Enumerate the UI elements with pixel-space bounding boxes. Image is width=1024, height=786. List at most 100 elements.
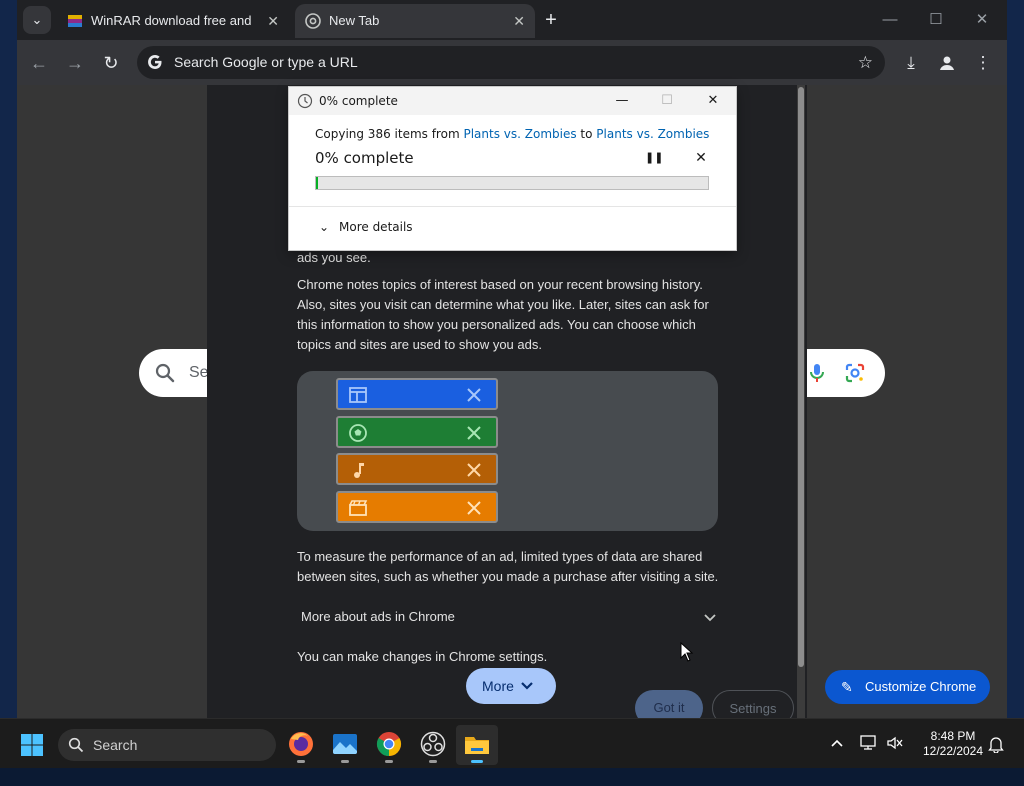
close-icon[interactable]: ✕	[513, 4, 525, 38]
profile-button[interactable]	[933, 49, 961, 77]
customize-chrome-button[interactable]: ✎ Customize Chrome	[825, 670, 990, 704]
ntp-search-placeholder: Se	[189, 364, 209, 381]
mouse-cursor-icon	[680, 642, 694, 662]
close-button[interactable]: ✕	[698, 87, 728, 115]
dialog-scrollbar[interactable]	[797, 85, 805, 718]
reload-button[interactable]: ↻	[97, 49, 125, 77]
taskbar-search-label: Search	[93, 737, 138, 753]
running-indicator	[297, 760, 305, 763]
windows-start-icon[interactable]	[20, 733, 44, 757]
forward-button[interactable]: →	[61, 49, 89, 77]
taskbar-obs[interactable]	[418, 729, 448, 763]
expander-label: More about ads in Chrome	[301, 609, 455, 624]
reload-icon: ↻	[103, 53, 119, 73]
customize-chrome-label: Customize Chrome	[865, 679, 977, 694]
more-button[interactable]: More	[466, 668, 556, 704]
chrome-icon	[376, 732, 402, 756]
settings-note: You can make changes in Chrome settings.	[297, 649, 548, 664]
partial-text: ads you see.	[297, 250, 371, 265]
topic-chip-sports	[336, 416, 498, 448]
arrow-right-icon: →	[66, 53, 84, 73]
chrome-menu-button[interactable]: ⋮	[969, 49, 997, 77]
topic-chip-movies	[336, 491, 498, 523]
maximize-button: ☐	[661, 93, 673, 108]
obs-icon	[420, 731, 446, 757]
network-status[interactable]	[860, 735, 878, 785]
music-note-icon	[354, 463, 364, 478]
copy-dialog-titlebar[interactable]: 0% complete — ☐ ✕	[289, 87, 736, 115]
minimize-button[interactable]: —	[867, 6, 913, 34]
clock-time: 8:48 PM	[930, 729, 976, 743]
more-details-toggle[interactable]: ⌄ More details	[319, 220, 413, 234]
close-window-button[interactable]: ✕	[959, 6, 1005, 34]
winrar-icon	[68, 15, 82, 27]
pencil-icon: ✎	[841, 679, 853, 695]
file-explorer-icon	[465, 737, 489, 754]
pause-button[interactable]: ❚❚	[645, 149, 663, 167]
taskbar-clock[interactable]: 8:48 PM 12/22/2024	[918, 729, 988, 759]
close-icon	[467, 463, 481, 477]
tab-title: New Tab	[329, 13, 380, 28]
more-details-label: More details	[339, 220, 413, 234]
more-vert-icon: ⋮	[974, 53, 992, 72]
scrollbar-thumb[interactable]	[798, 87, 804, 667]
tab-title: WinRAR download free and support	[91, 13, 255, 28]
speaker-muted-icon	[887, 736, 903, 750]
taskbar-search[interactable]: Search	[58, 729, 276, 761]
tab-search-button[interactable]: ⌄	[23, 6, 51, 34]
running-indicator	[429, 760, 437, 763]
measurement-paragraph: To measure the performance of an ad, lim…	[297, 549, 719, 584]
clock-date: 12/22/2024	[922, 744, 984, 758]
progress-label: 0% complete	[315, 149, 414, 167]
browser-toolbar: ← → ↻ Search Google or type a URL ☆ ⤓ ⋮	[17, 40, 1007, 85]
firefox-icon	[289, 732, 313, 756]
chevron-down-icon	[704, 614, 716, 622]
google-lens-icon[interactable]	[843, 361, 867, 385]
got-it-button[interactable]: Got it	[635, 690, 703, 718]
more-about-ads-expander[interactable]: More about ads in Chrome	[301, 607, 717, 627]
download-icon: ⤓	[907, 53, 915, 72]
profile-icon	[940, 56, 954, 70]
clapperboard-icon	[349, 500, 368, 516]
address-bar[interactable]: Search Google or type a URL ☆	[137, 46, 885, 79]
notifications-button[interactable]	[988, 735, 1004, 785]
close-icon	[467, 388, 481, 402]
soccer-ball-icon	[349, 424, 367, 442]
volume-status[interactable]	[886, 735, 904, 785]
new-tab-button[interactable]: +	[538, 8, 564, 34]
taskbar-firefox[interactable]	[286, 729, 316, 763]
settings-button[interactable]: Settings	[712, 690, 794, 718]
topic-chip-music	[336, 453, 498, 485]
arrow-left-icon: ←	[30, 53, 48, 73]
cancel-copy-button[interactable]: ✕	[692, 149, 710, 167]
topic-chip-web	[336, 378, 498, 410]
chevron-up-icon	[831, 739, 843, 747]
copy-prefix: Copying 386 items from	[315, 127, 460, 141]
chevron-down-icon	[521, 682, 533, 690]
taskbar-file-explorer[interactable]	[456, 725, 498, 765]
clock-icon	[297, 93, 313, 109]
destination-folder-link[interactable]: Plants vs. Zombies	[596, 127, 709, 141]
running-indicator	[341, 760, 349, 763]
microphone-icon[interactable]	[805, 361, 829, 385]
copy-status-line: Copying 386 items from Plants vs. Zombie…	[315, 127, 709, 141]
bookmark-star-icon[interactable]: ☆	[858, 46, 873, 79]
search-icon	[68, 737, 84, 753]
file-copy-dialog: 0% complete — ☐ ✕ Copying 386 items from…	[289, 87, 736, 250]
tab-new-tab[interactable]: New Tab ✕	[295, 4, 535, 38]
minimize-button[interactable]: —	[607, 87, 637, 115]
show-hidden-icons-button[interactable]	[830, 736, 844, 786]
search-icon	[155, 363, 175, 383]
source-folder-link[interactable]: Plants vs. Zombies	[463, 127, 576, 141]
maximize-button[interactable]: ☐	[913, 6, 959, 34]
web-layout-icon	[349, 387, 367, 403]
taskbar-chrome[interactable]	[374, 729, 404, 763]
close-icon[interactable]: ✕	[267, 4, 279, 38]
to-word: to	[580, 127, 593, 141]
taskbar-photos[interactable]	[330, 729, 360, 763]
close-icon: ✕	[695, 150, 707, 166]
back-button[interactable]: ←	[25, 49, 53, 77]
google-g-icon	[148, 55, 162, 69]
tab-winrar[interactable]: WinRAR download free and support ✕	[57, 4, 289, 38]
downloads-button[interactable]: ⤓	[897, 49, 925, 77]
